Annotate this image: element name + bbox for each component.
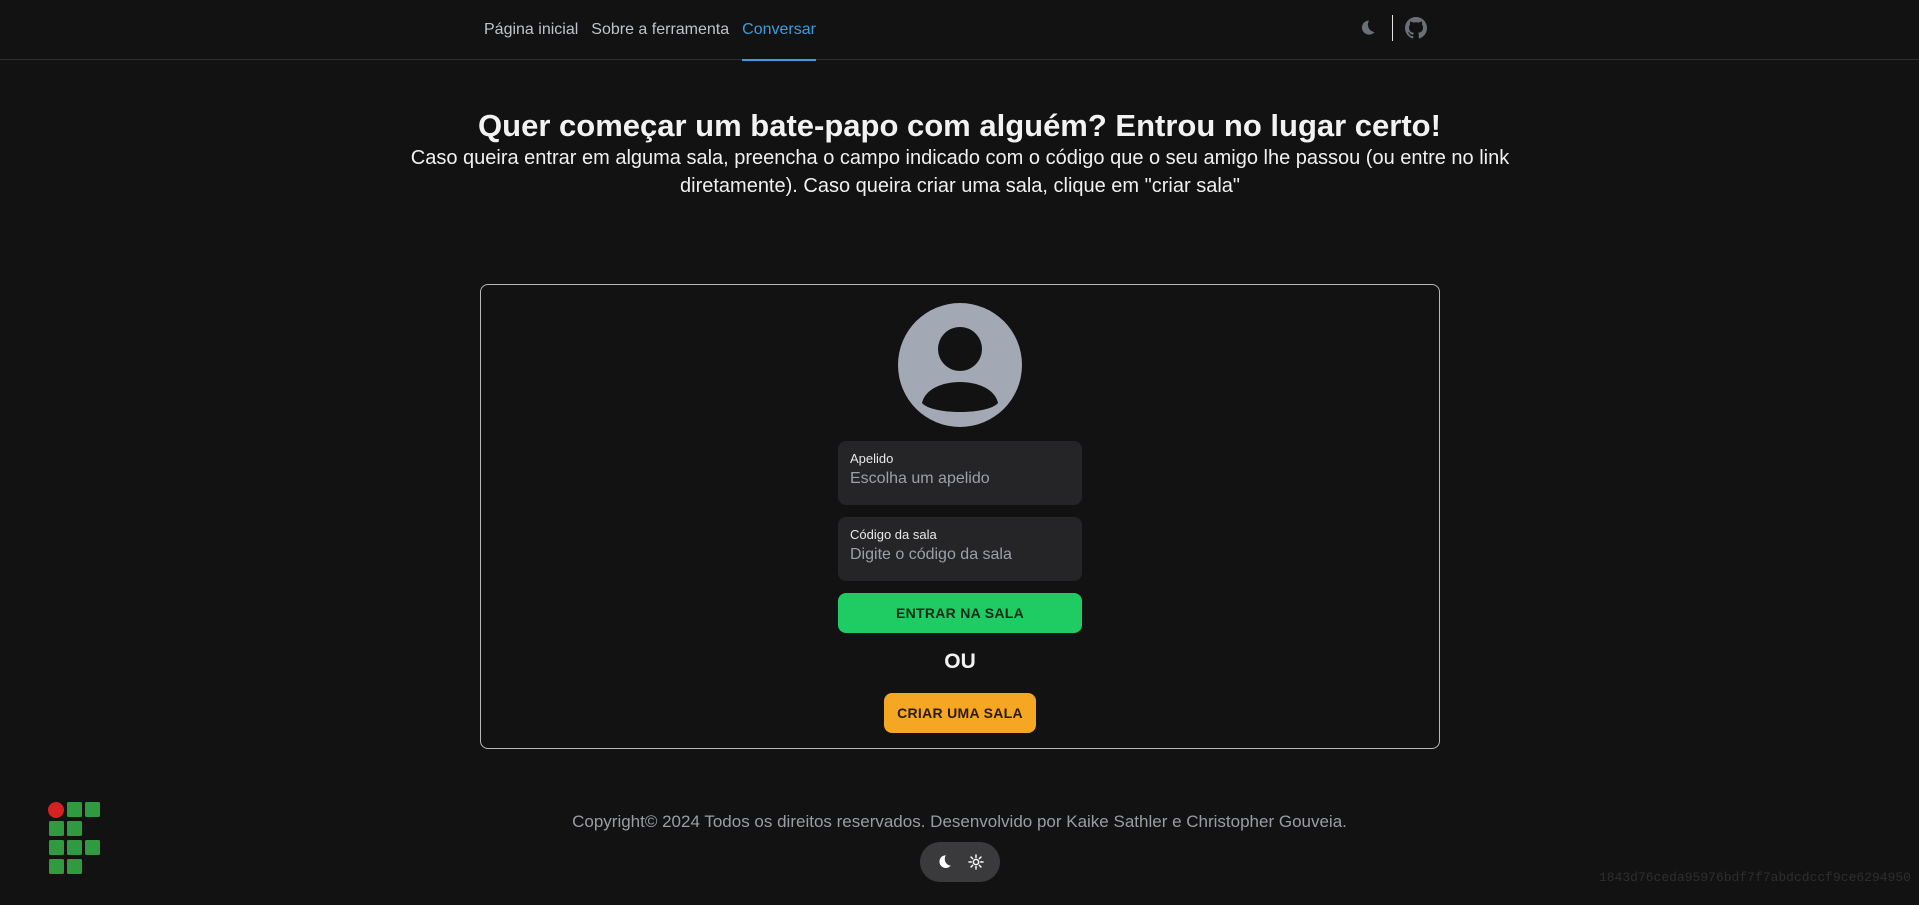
nickname-input[interactable]: [850, 470, 1070, 488]
nav-link-home[interactable]: Página inicial: [484, 0, 578, 60]
main-nav: Página inicial Sobre a ferramenta Conver…: [484, 0, 829, 61]
top-navbar: Página inicial Sobre a ferramenta Conver…: [0, 0, 1919, 61]
sun-icon[interactable]: [964, 850, 988, 874]
theme-toggle: [920, 842, 1000, 882]
user-icon: [922, 327, 998, 412]
room-code-input[interactable]: [850, 546, 1070, 564]
copyright-text: Copyright© 2024 Todos os direitos reserv…: [572, 812, 1347, 831]
room-code-label: Código da sala: [850, 527, 937, 542]
nickname-label: Apelido: [850, 451, 894, 466]
nav-link-chat[interactable]: Conversar: [742, 0, 816, 61]
header-divider: [1392, 15, 1393, 41]
create-room-button[interactable]: CRIAR UMA SALA: [884, 693, 1036, 733]
moon-icon[interactable]: [1356, 17, 1378, 39]
github-icon[interactable]: [1405, 17, 1427, 39]
nickname-field: Apelido: [838, 441, 1082, 505]
or-separator: OU: [944, 650, 976, 673]
room-code-field: Código da sala: [838, 517, 1082, 581]
enter-room-button[interactable]: ENTRAR NA SALA: [838, 593, 1082, 633]
avatar: [898, 303, 1022, 427]
build-hash: 1843d76ceda95976bdf7f7abdcdccf9ce6294950: [1598, 870, 1911, 885]
nav-link-about[interactable]: Sobre a ferramenta: [591, 0, 729, 60]
header-actions: [1356, 14, 1427, 42]
moon-icon[interactable]: [932, 850, 956, 874]
page-description: Caso queira entrar em alguma sala, preen…: [410, 147, 1510, 197]
page-title: Quer começar um bate-papo com alguém? En…: [478, 108, 1441, 143]
